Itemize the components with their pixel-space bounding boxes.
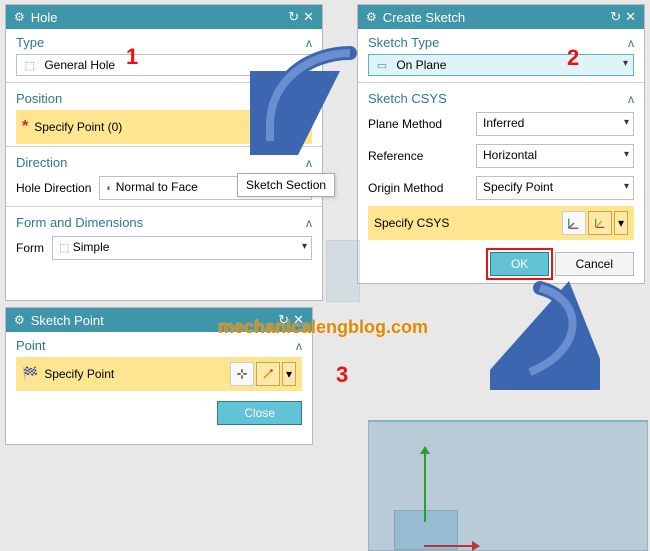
hole-type-icon: ⬚ [23, 59, 37, 72]
sketch-csys-section: Sketch CSYS ᴧ [358, 85, 644, 108]
step-1-label: 1 [126, 44, 138, 70]
point-type-dropdown[interactable]: ▾ [282, 362, 296, 386]
hole-type-value: General Hole [44, 58, 115, 72]
chevron-up-icon[interactable]: ᴧ [628, 92, 634, 106]
gear-icon: ⚙ [14, 10, 25, 24]
required-asterisk-icon: * [22, 118, 28, 136]
reference-label: Reference [368, 149, 468, 163]
on-plane-icon: ▭ [375, 59, 389, 72]
sketch-point-title: Sketch Point [31, 313, 104, 328]
specify-point-label: Specify Point (0) [34, 120, 122, 134]
watermark-text: mechanicalengblog.com [218, 317, 428, 338]
point-type-button[interactable] [256, 362, 280, 386]
reference-select[interactable]: Horizontal [476, 144, 634, 168]
x-axis-icon [424, 545, 474, 547]
refresh-icon[interactable]: ↻ [288, 9, 299, 25]
ok-button-highlight: OK [488, 250, 551, 278]
chevron-up-icon[interactable]: ᴧ [306, 216, 312, 230]
flow-arrow-1 [250, 45, 370, 155]
gear-icon: ⚙ [366, 10, 377, 24]
chevron-up-icon[interactable]: ᴧ [296, 339, 302, 353]
step-2-label: 2 [567, 45, 579, 71]
create-sketch-header: ⚙ Create Sketch ↻ ✕ [358, 5, 644, 29]
sketch-type-value: On Plane [396, 58, 446, 72]
point-constructor-button[interactable]: ⊹ [230, 362, 254, 386]
hole-panel-header: ⚙ Hole ↻ ✕ [6, 5, 322, 29]
specify-point-label-2: Specify Point [44, 367, 114, 381]
form-section: Form and Dimensions ᴧ [6, 209, 322, 232]
y-axis-icon [424, 452, 426, 522]
close-icon[interactable]: ✕ [303, 9, 314, 25]
sketch-section-tooltip: Sketch Section [237, 173, 335, 197]
flag-icon: 🏁 [22, 366, 38, 382]
gear-icon: ⚙ [14, 313, 25, 327]
form-label: Form [16, 241, 44, 255]
origin-method-label: Origin Method [368, 181, 468, 195]
close-button[interactable]: Close [217, 401, 302, 425]
specify-point-row-2[interactable]: 🏁 Specify Point ⊹ ▾ [16, 357, 302, 391]
form-select[interactable]: ⬚ Simple [52, 236, 312, 260]
hole-direction-label: Hole Direction [16, 181, 91, 195]
sketch-type-select[interactable]: ▭ On Plane [368, 54, 634, 76]
ok-button[interactable]: OK [490, 252, 549, 276]
plane-method-select[interactable]: Inferred [476, 112, 634, 136]
sketch-type-section: Sketch Type ᴧ [358, 29, 644, 52]
origin-method-select[interactable]: Specify Point [476, 176, 634, 200]
step-3-label: 3 [336, 362, 348, 388]
csys-dialog-button[interactable] [562, 211, 586, 235]
specify-csys-label: Specify CSYS [374, 216, 449, 230]
chevron-up-icon[interactable]: ᴧ [306, 156, 312, 170]
create-sketch-title: Create Sketch [383, 10, 465, 25]
close-icon[interactable]: ✕ [625, 9, 636, 25]
flow-arrow-2 [490, 280, 600, 390]
chevron-up-icon[interactable]: ᴧ [628, 36, 634, 50]
hole-title: Hole [31, 10, 58, 25]
plane-method-label: Plane Method [368, 117, 468, 131]
cancel-button[interactable]: Cancel [555, 252, 634, 276]
refresh-icon[interactable]: ↻ [610, 9, 621, 25]
csys-type-dropdown[interactable]: ▾ [614, 211, 628, 235]
csys-type-button[interactable] [588, 211, 612, 235]
specify-csys-row[interactable]: Specify CSYS ▾ [368, 206, 634, 240]
